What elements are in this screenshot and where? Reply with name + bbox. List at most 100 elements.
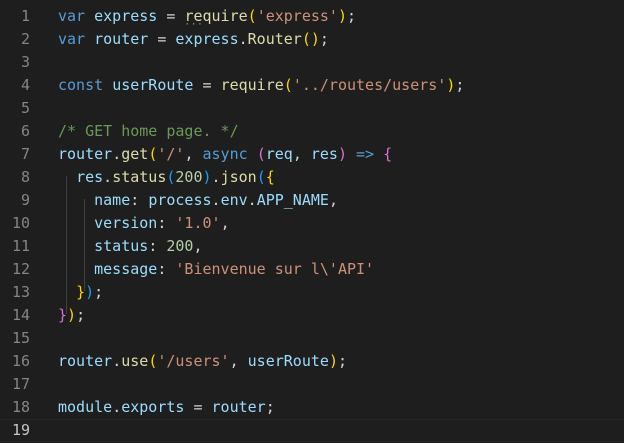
line-number: 14	[11, 306, 30, 324]
line-number: 4	[20, 76, 30, 94]
code-line[interactable]: 19	[0, 419, 624, 442]
code-line[interactable]: 4 const userRoute = require('../routes/us…	[0, 74, 624, 97]
code-token: )	[328, 352, 338, 370]
code-token: (	[148, 145, 158, 163]
line-number: 19	[11, 421, 30, 439]
code-token: =	[157, 7, 185, 25]
code-token: .	[211, 168, 221, 186]
line-code: version: '1.0',	[58, 212, 230, 235]
line-number: 15	[11, 329, 30, 347]
line-code: var express = require ··· ('express');	[58, 5, 357, 30]
code-token: ;	[319, 30, 329, 48]
code-token: =	[184, 398, 212, 416]
code-token: Router	[247, 30, 302, 48]
line-number: 3	[20, 53, 30, 71]
line-code: router.use('/users', userRoute);	[58, 350, 347, 373]
line-number: 8	[20, 168, 30, 186]
line-number: 13	[11, 283, 30, 301]
line-code: const userRoute = require('../routes/use…	[58, 74, 464, 97]
code-token: .	[112, 398, 122, 416]
line-code: message: 'Bienvenue sur l\'API'	[58, 258, 374, 281]
line-number: 16	[11, 352, 30, 370]
code-line[interactable]: 7 router.get('/', async (req, res) => {	[0, 143, 624, 166]
code-token: (	[256, 145, 266, 163]
code-token: json	[220, 168, 257, 186]
code-token: status	[94, 237, 149, 255]
code-line[interactable]: 14});	[0, 304, 624, 327]
code-token: require	[220, 76, 284, 94]
code-token: {	[383, 145, 393, 163]
code-token: router	[94, 30, 149, 48]
code-token: )	[202, 168, 212, 186]
code-token: :	[157, 214, 176, 232]
code-line[interactable]: 18 module.exports = router;	[0, 396, 624, 419]
code-token: ;	[94, 283, 104, 301]
code-token: ;	[455, 76, 465, 94]
code-token: module	[58, 398, 113, 416]
line-code: name: process.env.APP_NAME,	[58, 189, 338, 212]
code-token: res	[76, 168, 104, 186]
code-line[interactable]: 12 message: 'Bienvenue sur l\'API'	[0, 258, 624, 281]
line-code: status: 200,	[58, 235, 202, 258]
code-token: router	[211, 398, 266, 416]
code-token: express	[175, 30, 239, 48]
code-token: router	[58, 145, 113, 163]
code-token: version	[94, 214, 158, 232]
code-token: ,	[220, 214, 230, 232]
code-token: /* GET home page. */	[58, 122, 239, 140]
code-token: :	[157, 260, 176, 278]
code-token: ;	[265, 398, 275, 416]
code-token: name	[94, 191, 131, 209]
line-number: 9	[20, 191, 30, 209]
code-token: ;	[347, 7, 357, 25]
line-number: 18	[11, 398, 30, 416]
line-number: 7	[20, 145, 30, 163]
code-line[interactable]: 16 router.use('/users', userRoute);	[0, 350, 624, 373]
code-token: '/users'	[157, 352, 230, 370]
code-line[interactable]: 15	[0, 327, 624, 350]
line-code: module.exports = router;	[58, 396, 275, 419]
line-code: });	[58, 304, 85, 327]
code-token: =	[148, 30, 176, 48]
code-token: '1.0'	[175, 214, 221, 232]
code-token: '../routes/users'	[292, 76, 447, 94]
code-line[interactable]: 3	[0, 51, 624, 74]
code-token: ;	[76, 306, 86, 324]
code-line[interactable]: 2 var router = express.Router();	[0, 28, 624, 51]
code-token: userRoute	[247, 352, 329, 370]
code-token: (	[256, 168, 266, 186]
code-line[interactable]: 10 version: '1.0',	[0, 212, 624, 235]
code-line[interactable]: 11 status: 200,	[0, 235, 624, 258]
code-token: )	[85, 283, 95, 301]
code-token: :	[148, 237, 167, 255]
code-line[interactable]: 17	[0, 373, 624, 396]
code-line[interactable]: 5	[0, 97, 624, 120]
code-token: message	[94, 260, 158, 278]
code-line[interactable]: 1 var express = require ··· ('express');	[0, 5, 624, 30]
code-token: ;	[337, 352, 347, 370]
line-number: 5	[20, 99, 30, 117]
code-line[interactable]: 6 /* GET home page. */	[0, 120, 624, 143]
code-line[interactable]: 8 res.status(200).json({	[0, 166, 624, 189]
code-line[interactable]: 13 });	[0, 281, 624, 304]
code-token: (	[301, 30, 311, 48]
code-line[interactable]: 9 name: process.env.APP_NAME,	[0, 189, 624, 212]
line-number: 10	[11, 214, 30, 232]
line-code: /* GET home page. */	[58, 120, 239, 143]
code-token: .	[112, 145, 122, 163]
code-editor[interactable]: 1 var express = require ··· ('express'); 2 va…	[0, 0, 624, 443]
code-token: express	[94, 7, 158, 25]
code-token: =	[193, 76, 221, 94]
scroll-clip	[0, 0, 624, 2]
code-token: .	[247, 191, 257, 209]
code-token: ,	[292, 145, 311, 163]
